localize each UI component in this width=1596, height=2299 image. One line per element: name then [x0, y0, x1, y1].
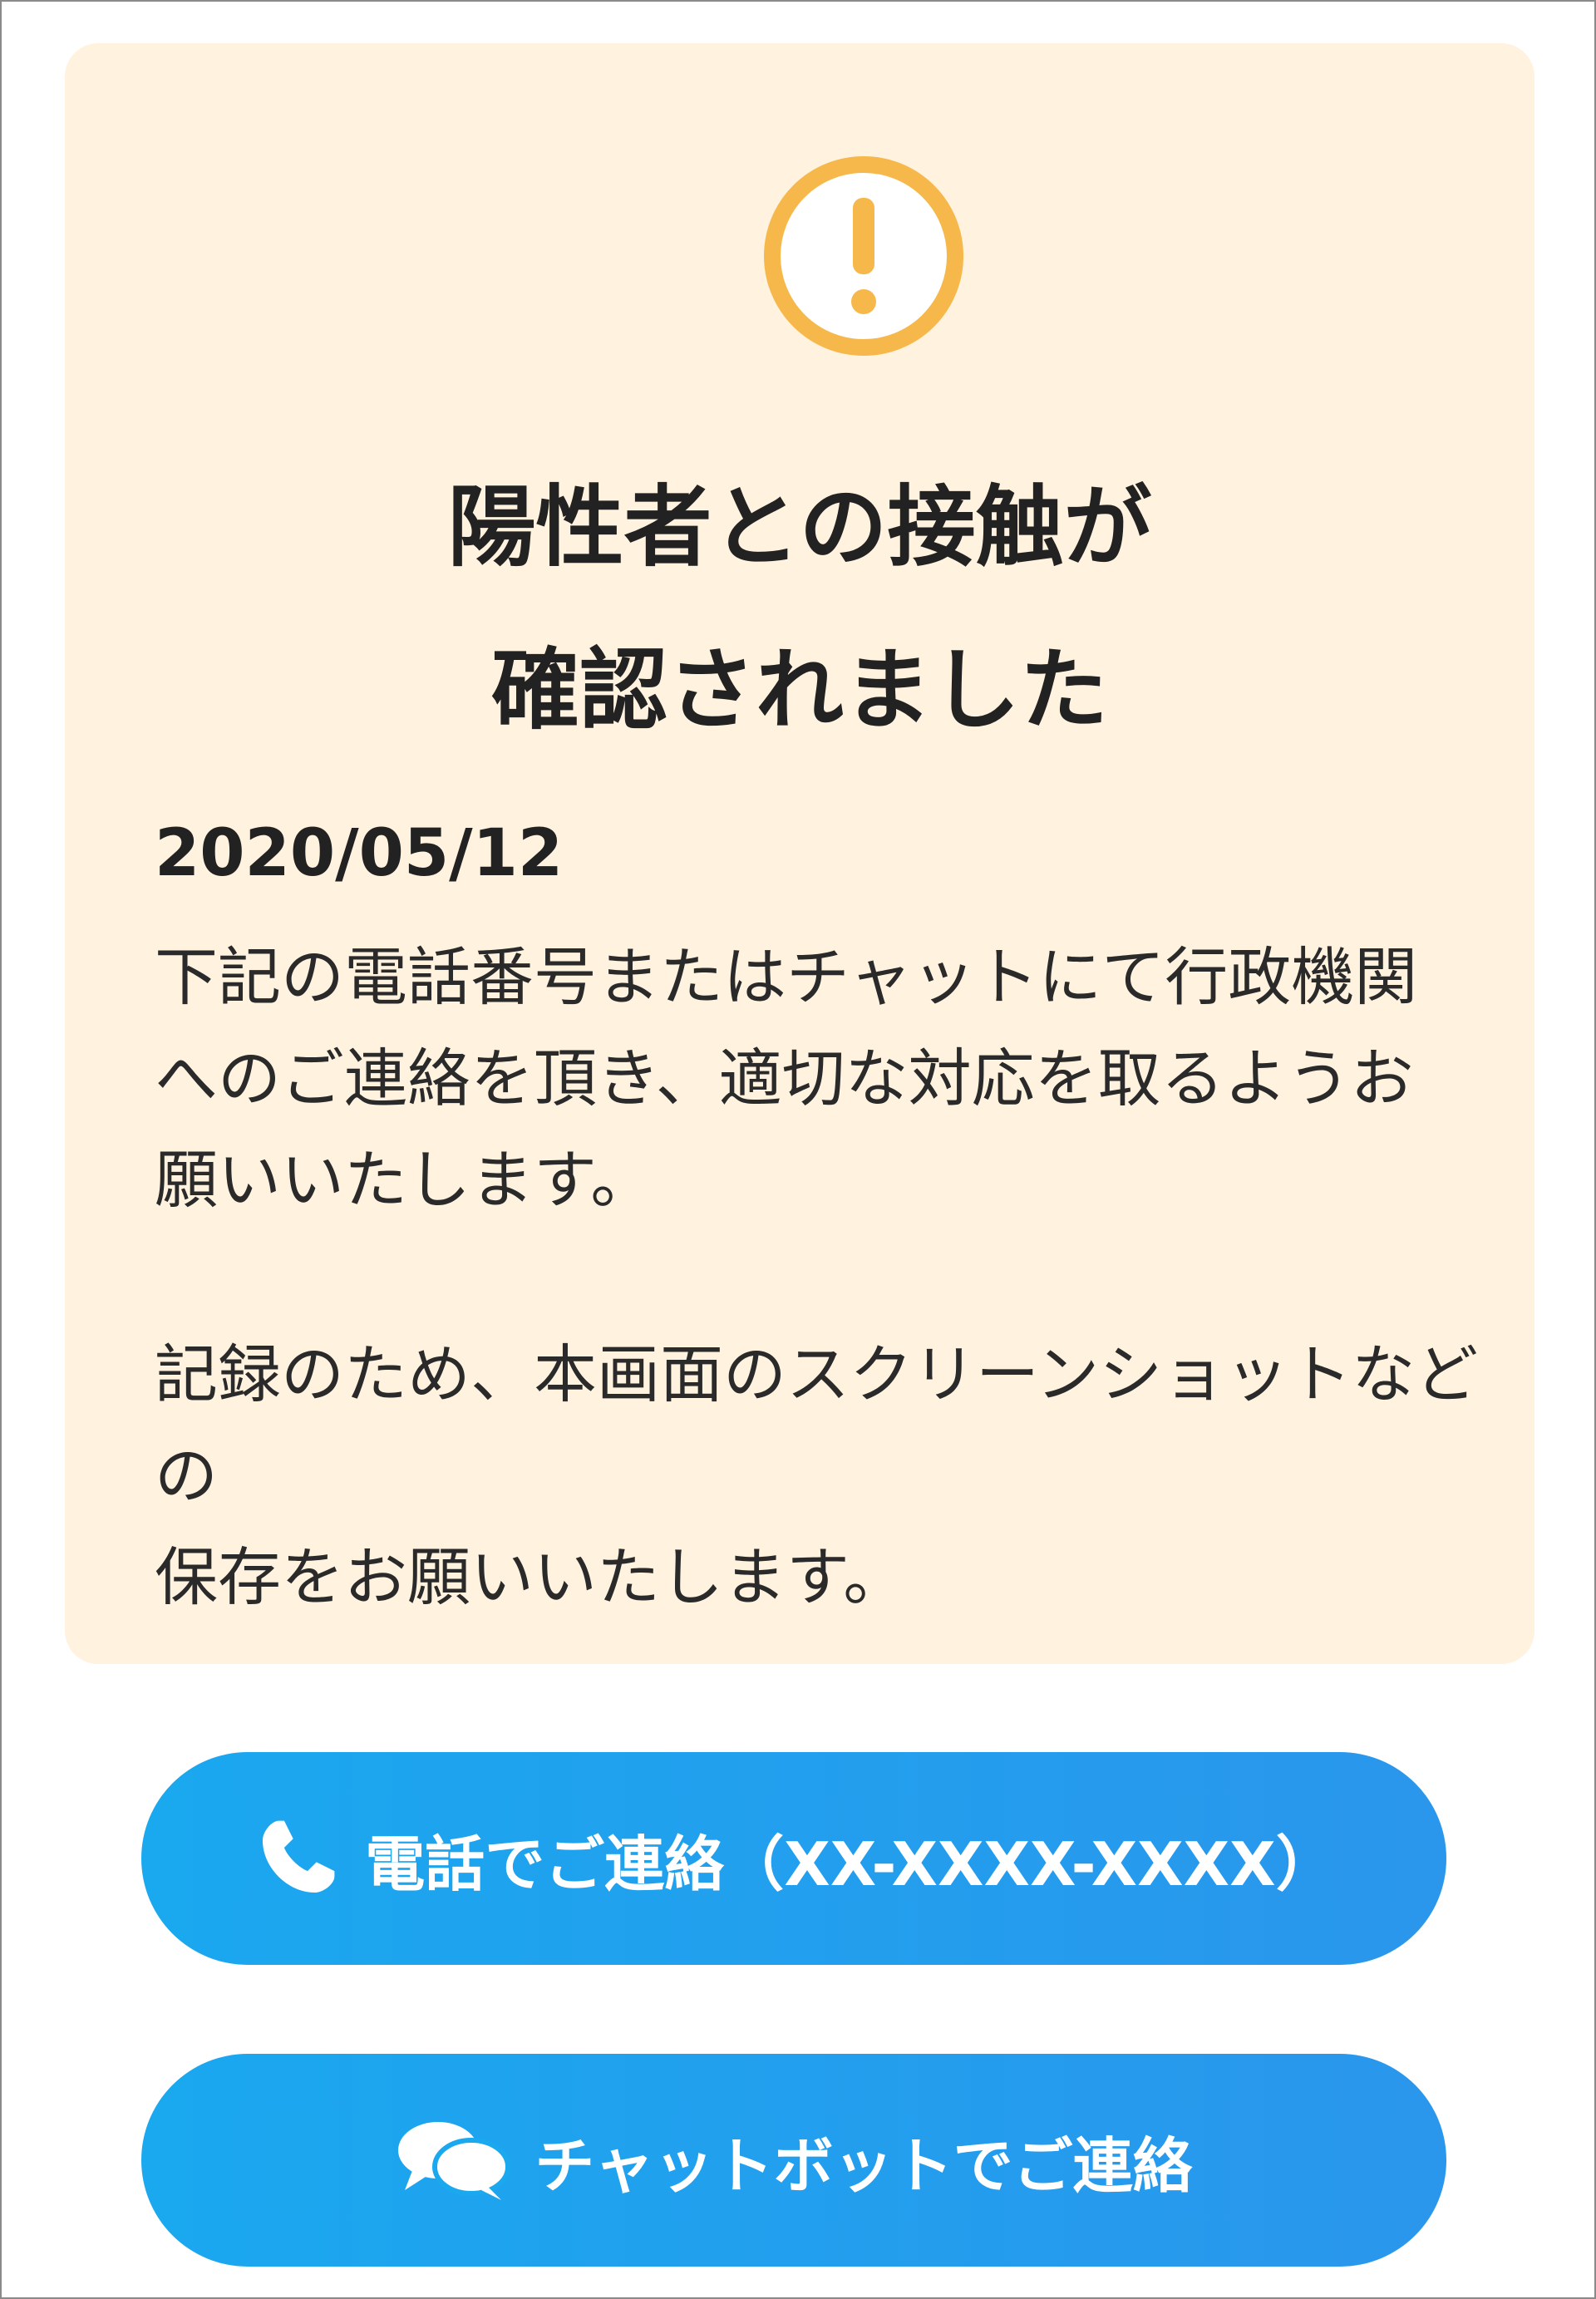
phone-icon: [252, 1814, 342, 1903]
call-contact-button[interactable]: 電話でご連絡（XX-XXXX-XXXX）: [141, 1752, 1446, 1965]
exclamation-circle-icon: [764, 156, 963, 356]
exposure-alert-card: 陽性者との接触が 確認されました 2020/05/12 下記の電話番号またはチャ…: [65, 43, 1534, 1664]
alert-message: 下記の電話番号またはチャットにて行政機関 へのご連絡を頂き、適切な対応を取るよう…: [155, 940, 1418, 1217]
call-contact-label: 電話でご連絡（XX-XXXX-XXXX）: [365, 1829, 1336, 1899]
alert-title: 陽性者との接触が 確認されました: [447, 476, 1152, 741]
chatbot-contact-button[interactable]: チャットボットでご連絡: [141, 2054, 1446, 2267]
exposure-date: 2020/05/12: [155, 816, 564, 891]
chat-bubbles-icon: [395, 2117, 511, 2203]
chatbot-contact-label: チャットボットでご連絡: [534, 2130, 1193, 2201]
screenshot-note: 記録のため、本画面のスクリーンショットなどの 保存をお願いいたします。: [155, 1337, 1479, 1614]
